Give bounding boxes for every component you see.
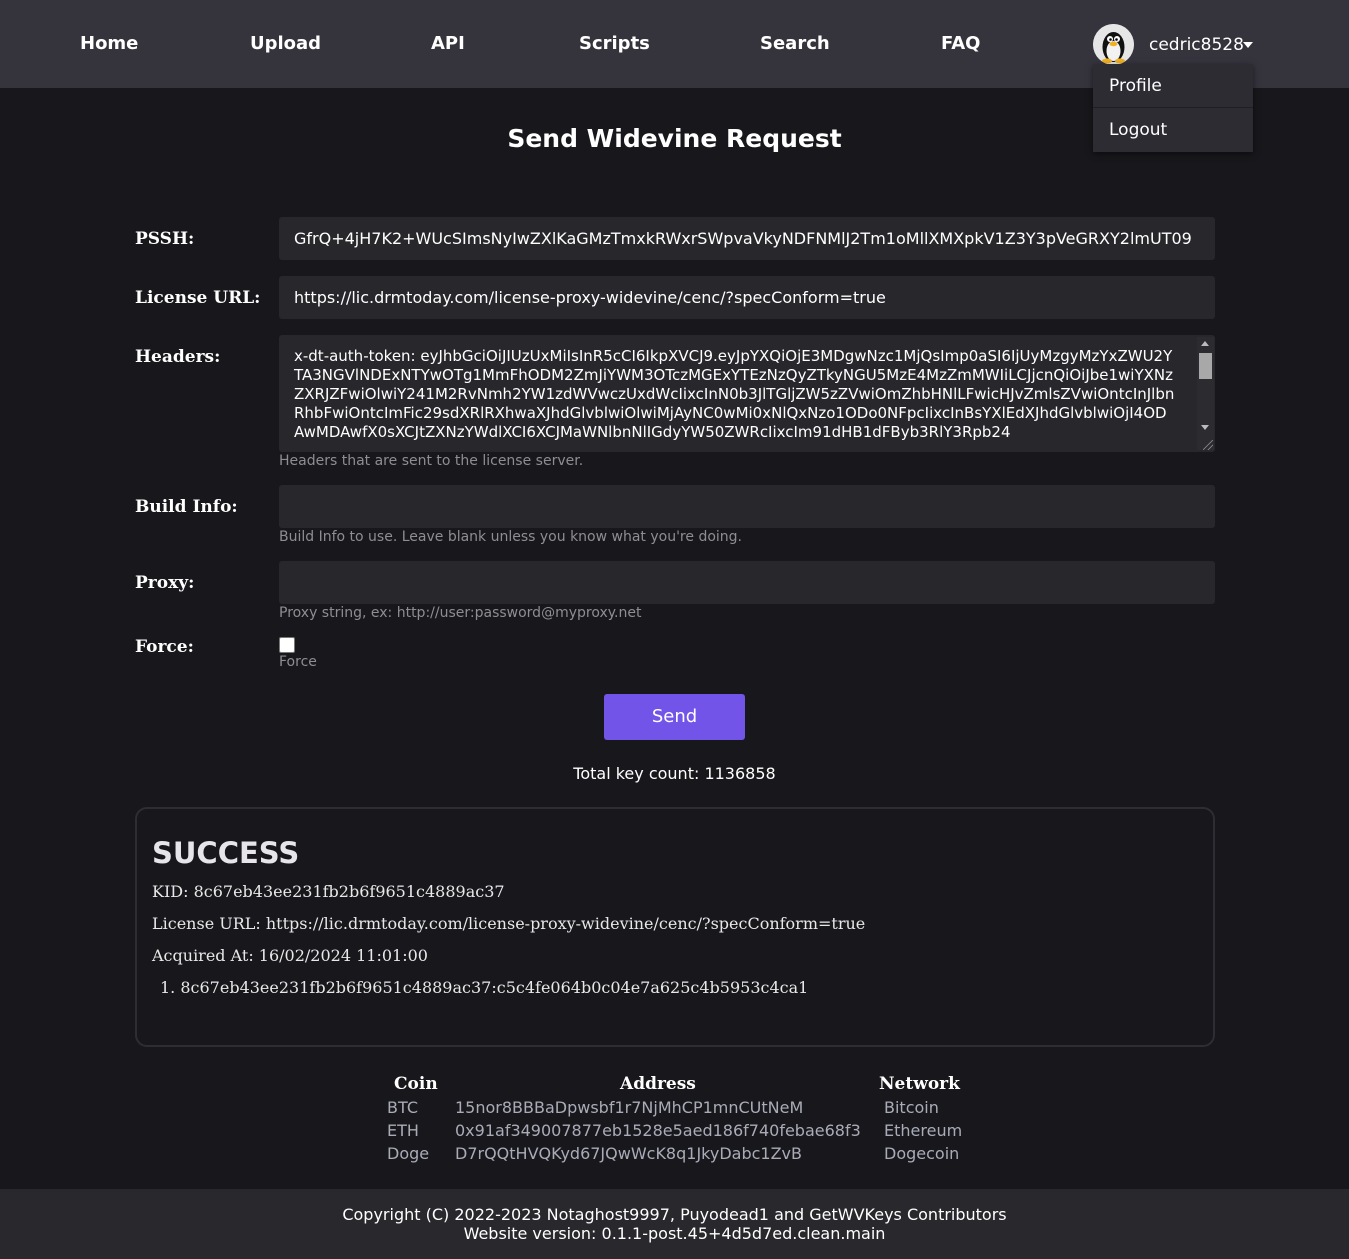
- pssh-value: GfrQ+4jH7K2+WUcSImsNyIwZXlKaGMzTmxkRWxrS…: [294, 229, 1192, 248]
- nav-upload-link[interactable]: Upload: [250, 33, 321, 54]
- pssh-label: PSSH:: [135, 229, 195, 249]
- headers-scrollbar[interactable]: [1197, 337, 1214, 450]
- headers-label: Headers:: [135, 347, 221, 367]
- result-kid: KID: 8c67eb43ee231fb2b6f9651c4889ac37: [152, 882, 505, 901]
- force-help-text: Force: [279, 654, 317, 670]
- proxy-help-text: Proxy string, ex: http://user:password@m…: [279, 605, 642, 621]
- pssh-input[interactable]: GfrQ+4jH7K2+WUcSImsNyIwZXlKaGMzTmxkRWxrS…: [279, 217, 1215, 260]
- donation-network: Dogecoin: [884, 1144, 960, 1163]
- result-license-url: License URL: https://lic.drmtoday.com/li…: [152, 914, 866, 933]
- footer: Copyright (C) 2022-2023 Notaghost9997, P…: [0, 1189, 1349, 1259]
- proxy-input[interactable]: [279, 561, 1215, 604]
- tux-penguin-icon: [1093, 24, 1134, 65]
- headers-help-text: Headers that are sent to the license ser…: [279, 453, 584, 469]
- donation-coin: ETH: [387, 1121, 419, 1140]
- scroll-up-icon[interactable]: [1201, 341, 1209, 346]
- result-status-title: SUCCESS: [152, 836, 300, 870]
- donations-header-network: Network: [879, 1074, 960, 1094]
- force-label: Force:: [135, 637, 194, 657]
- avatar[interactable]: [1093, 24, 1134, 65]
- donation-coin: Doge: [387, 1144, 430, 1163]
- username-menu[interactable]: cedric8528: [1149, 35, 1244, 55]
- proxy-label: Proxy:: [135, 573, 195, 593]
- resize-grip-icon[interactable]: [1203, 440, 1213, 450]
- page-title: Send Widevine Request: [507, 124, 842, 153]
- send-button[interactable]: Send: [604, 694, 745, 740]
- donations-header-coin: Coin: [394, 1074, 438, 1094]
- nav-home-link[interactable]: Home: [80, 33, 138, 54]
- license-url-label: License URL:: [135, 288, 261, 308]
- dropdown-profile-item[interactable]: Profile: [1093, 64, 1253, 108]
- nav-api-link[interactable]: API: [431, 33, 465, 54]
- result-key-item: 1. 8c67eb43ee231fb2b6f9651c4889ac37:c5c4…: [160, 978, 809, 997]
- donation-address: 0x91af349007877eb1528e5aed186f740febae68…: [455, 1121, 861, 1140]
- result-acquired-at: Acquired At: 16/02/2024 11:01:00: [152, 946, 428, 965]
- nav-faq-link[interactable]: FAQ: [941, 33, 980, 54]
- build-info-help-text: Build Info to use. Leave blank unless yo…: [279, 529, 742, 545]
- license-url-input[interactable]: https://lic.drmtoday.com/license-proxy-w…: [279, 276, 1215, 319]
- donation-address: 15nor8BBBaDpwsbf1r7NjMhCP1mnCUtNeM: [455, 1098, 804, 1117]
- force-checkbox[interactable]: [279, 637, 295, 653]
- headers-textarea[interactable]: x-dt-auth-token: eyJhbGciOiJIUzUxMiIsInR…: [279, 335, 1215, 452]
- scroll-down-icon[interactable]: [1201, 425, 1209, 430]
- donations-header-address: Address: [620, 1074, 696, 1094]
- caret-down-icon[interactable]: [1243, 42, 1253, 48]
- donation-coin: BTC: [387, 1098, 418, 1117]
- total-key-count: Total key count: 1136858: [573, 764, 776, 783]
- donation-address: D7rQQtHVQKyd67JQwWcK8q1JkyDabc1ZvB: [455, 1144, 802, 1163]
- build-info-label: Build Info:: [135, 497, 238, 517]
- donation-network: Ethereum: [884, 1121, 963, 1140]
- footer-copyright: Copyright (C) 2022-2023 Notaghost9997, P…: [342, 1205, 1007, 1224]
- donation-network: Bitcoin: [884, 1098, 939, 1117]
- footer-version: Website version: 0.1.1-post.45+4d5d7ed.c…: [463, 1224, 886, 1243]
- scroll-thumb[interactable]: [1199, 353, 1212, 379]
- build-info-input[interactable]: [279, 485, 1215, 528]
- nav-scripts-link[interactable]: Scripts: [579, 33, 650, 54]
- nav-search-link[interactable]: Search: [760, 33, 830, 54]
